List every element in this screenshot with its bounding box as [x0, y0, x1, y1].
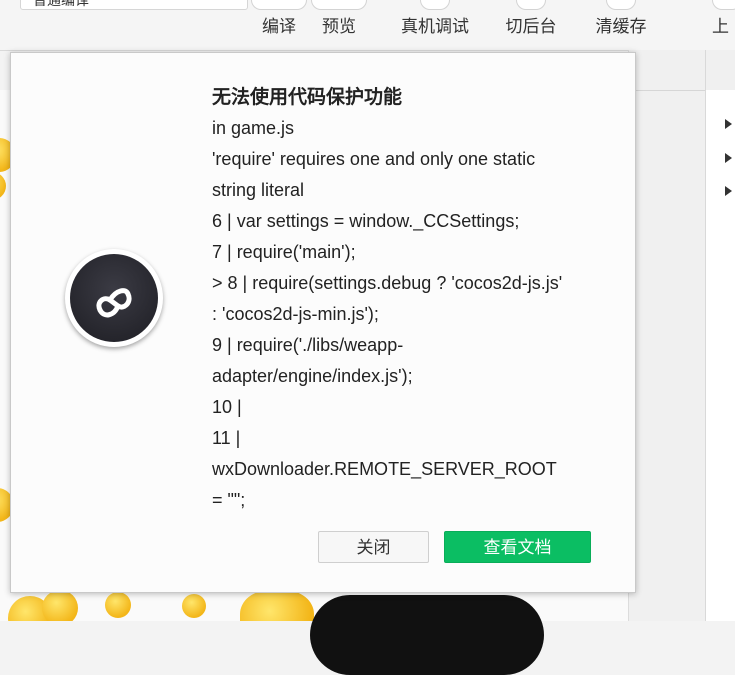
top-toolbar: 普通编译 编译 预览 真机调试 切后台 清缓存 上 — [0, 0, 735, 51]
dialog-line: in game.js — [212, 118, 295, 138]
emoji-icon — [42, 590, 78, 621]
dialog-line: adapter/engine/index.js'); — [212, 366, 413, 386]
clear-cache-button[interactable]: 清缓存 — [590, 0, 652, 50]
background-label: 切后台 — [505, 17, 557, 36]
compile-label: 编译 — [262, 17, 296, 36]
expand-arrow-icon[interactable] — [725, 153, 732, 163]
remote-debug-icon — [420, 0, 450, 10]
debug-tree-area — [706, 90, 735, 621]
compile-button[interactable]: 编译 — [251, 0, 307, 50]
dialog-message: 无法使用代码保护功能 in game.js 'require' requires… — [212, 83, 602, 516]
background-button[interactable]: 切后台 — [501, 0, 561, 50]
close-button[interactable]: 关闭 — [318, 531, 429, 563]
emoji-icon — [182, 594, 206, 618]
dialog-line: > 8 | require(settings.debug ? 'cocos2d-… — [212, 273, 563, 293]
upload-button[interactable]: 上 — [712, 0, 735, 50]
emoji-icon — [105, 592, 131, 618]
upload-label: 上 — [712, 17, 729, 36]
dialog-line: : 'cocos2d-js-min.js'); — [212, 304, 379, 324]
dialog-line: wxDownloader.REMOTE_SERVER_ROOT — [212, 459, 557, 479]
dialog-line: = ""; — [212, 490, 246, 510]
debug-panel-tabs — [629, 50, 735, 91]
game-start-button[interactable] — [310, 595, 544, 675]
compile-icon — [251, 0, 307, 10]
preview-label: 预览 — [322, 17, 356, 36]
view-docs-button[interactable]: 查看文档 — [444, 531, 591, 563]
dialog-line: 10 | — [212, 397, 242, 417]
mini-program-logo — [65, 249, 163, 347]
expand-arrow-icon[interactable] — [725, 186, 732, 196]
compile-mode-select[interactable]: 普通编译 — [20, 0, 248, 10]
dialog-title: 无法使用代码保护功能 — [212, 87, 403, 108]
mini-program-icon — [96, 288, 132, 318]
panel-divider[interactable] — [705, 50, 706, 621]
dialog-line: 7 | require('main'); — [212, 242, 356, 262]
background-icon — [516, 0, 546, 10]
clear-cache-label: 清缓存 — [595, 17, 647, 36]
upload-icon — [712, 0, 735, 10]
error-dialog: 无法使用代码保护功能 in game.js 'require' requires… — [10, 52, 636, 593]
dialog-line: 9 | require('./libs/weapp- — [212, 335, 404, 355]
remote-debug-button[interactable]: 真机调试 — [396, 0, 474, 50]
debug-panel — [628, 50, 735, 621]
preview-icon — [311, 0, 367, 10]
emoji-icon — [240, 590, 314, 621]
emoji-icon — [0, 172, 6, 200]
dialog-line: 11 | — [212, 428, 241, 448]
clear-cache-icon — [606, 0, 636, 10]
expand-arrow-icon[interactable] — [725, 119, 732, 129]
dialog-line: string literal — [212, 180, 305, 200]
dialog-line: 'require' requires one and only one stat… — [212, 149, 536, 169]
remote-debug-label: 真机调试 — [401, 17, 469, 36]
dialog-line: 6 | var settings = window._CCSettings; — [212, 211, 520, 231]
preview-button[interactable]: 预览 — [311, 0, 367, 50]
